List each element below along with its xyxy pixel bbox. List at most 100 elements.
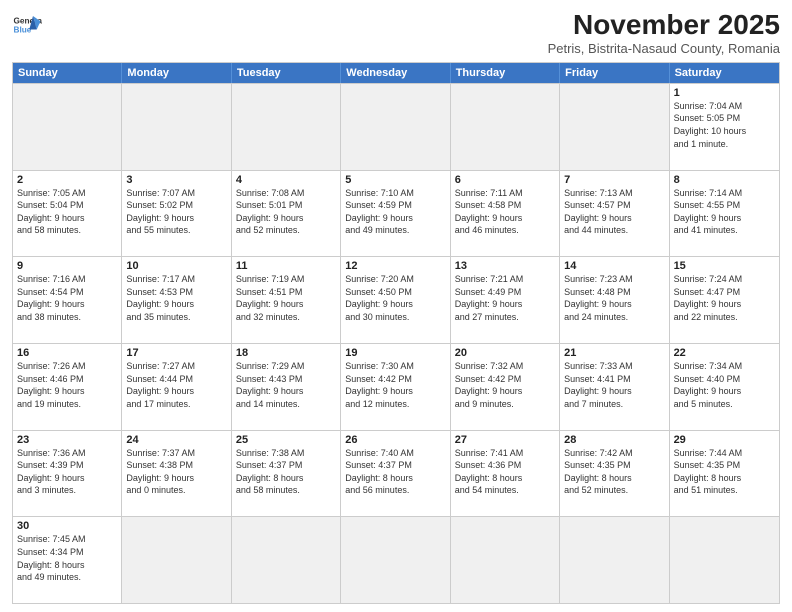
calendar-row-4: 23Sunrise: 7:36 AM Sunset: 4:39 PM Dayli…: [13, 430, 779, 517]
day-number: 6: [455, 174, 555, 186]
day-info: Sunrise: 7:42 AM Sunset: 4:35 PM Dayligh…: [564, 447, 664, 497]
day-number: 16: [17, 347, 117, 359]
day-info: Sunrise: 7:10 AM Sunset: 4:59 PM Dayligh…: [345, 187, 445, 237]
calendar-cell: 10Sunrise: 7:17 AM Sunset: 4:53 PM Dayli…: [122, 257, 231, 343]
day-number: 13: [455, 260, 555, 272]
day-info: Sunrise: 7:34 AM Sunset: 4:40 PM Dayligh…: [674, 360, 775, 410]
calendar: Sunday Monday Tuesday Wednesday Thursday…: [12, 62, 780, 604]
calendar-cell: [560, 517, 669, 603]
title-section: November 2025 Petris, Bistrita-Nasaud Co…: [548, 10, 780, 56]
calendar-cell: [232, 517, 341, 603]
calendar-cell: 12Sunrise: 7:20 AM Sunset: 4:50 PM Dayli…: [341, 257, 450, 343]
calendar-cell: 1Sunrise: 7:04 AM Sunset: 5:05 PM Daylig…: [670, 84, 779, 170]
calendar-cell: 17Sunrise: 7:27 AM Sunset: 4:44 PM Dayli…: [122, 344, 231, 430]
header-monday: Monday: [122, 63, 231, 83]
day-number: 17: [126, 347, 226, 359]
day-number: 21: [564, 347, 664, 359]
calendar-cell: [451, 84, 560, 170]
svg-text:Blue: Blue: [14, 26, 32, 35]
page: General Blue November 2025 Petris, Bistr…: [0, 0, 792, 612]
day-info: Sunrise: 7:11 AM Sunset: 4:58 PM Dayligh…: [455, 187, 555, 237]
day-number: 12: [345, 260, 445, 272]
day-info: Sunrise: 7:20 AM Sunset: 4:50 PM Dayligh…: [345, 273, 445, 323]
month-title: November 2025: [548, 10, 780, 41]
calendar-cell: 22Sunrise: 7:34 AM Sunset: 4:40 PM Dayli…: [670, 344, 779, 430]
calendar-row-3: 16Sunrise: 7:26 AM Sunset: 4:46 PM Dayli…: [13, 343, 779, 430]
calendar-header: Sunday Monday Tuesday Wednesday Thursday…: [13, 63, 779, 83]
day-number: 15: [674, 260, 775, 272]
calendar-cell: 14Sunrise: 7:23 AM Sunset: 4:48 PM Dayli…: [560, 257, 669, 343]
day-info: Sunrise: 7:45 AM Sunset: 4:34 PM Dayligh…: [17, 533, 117, 583]
calendar-cell: [451, 517, 560, 603]
calendar-cell: 2Sunrise: 7:05 AM Sunset: 5:04 PM Daylig…: [13, 171, 122, 257]
calendar-cell: [560, 84, 669, 170]
day-number: 9: [17, 260, 117, 272]
day-info: Sunrise: 7:17 AM Sunset: 4:53 PM Dayligh…: [126, 273, 226, 323]
calendar-row-5: 30Sunrise: 7:45 AM Sunset: 4:34 PM Dayli…: [13, 516, 779, 603]
calendar-cell: 26Sunrise: 7:40 AM Sunset: 4:37 PM Dayli…: [341, 431, 450, 517]
day-number: 23: [17, 434, 117, 446]
calendar-cell: [232, 84, 341, 170]
calendar-cell: 4Sunrise: 7:08 AM Sunset: 5:01 PM Daylig…: [232, 171, 341, 257]
day-info: Sunrise: 7:29 AM Sunset: 4:43 PM Dayligh…: [236, 360, 336, 410]
day-number: 1: [674, 87, 775, 99]
calendar-cell: 11Sunrise: 7:19 AM Sunset: 4:51 PM Dayli…: [232, 257, 341, 343]
day-info: Sunrise: 7:44 AM Sunset: 4:35 PM Dayligh…: [674, 447, 775, 497]
day-number: 27: [455, 434, 555, 446]
logo-icon: General Blue: [12, 10, 42, 40]
calendar-cell: [122, 517, 231, 603]
day-number: 25: [236, 434, 336, 446]
day-info: Sunrise: 7:21 AM Sunset: 4:49 PM Dayligh…: [455, 273, 555, 323]
calendar-cell: 28Sunrise: 7:42 AM Sunset: 4:35 PM Dayli…: [560, 431, 669, 517]
calendar-cell: 19Sunrise: 7:30 AM Sunset: 4:42 PM Dayli…: [341, 344, 450, 430]
day-number: 8: [674, 174, 775, 186]
calendar-cell: 21Sunrise: 7:33 AM Sunset: 4:41 PM Dayli…: [560, 344, 669, 430]
calendar-cell: 25Sunrise: 7:38 AM Sunset: 4:37 PM Dayli…: [232, 431, 341, 517]
calendar-cell: 6Sunrise: 7:11 AM Sunset: 4:58 PM Daylig…: [451, 171, 560, 257]
day-info: Sunrise: 7:30 AM Sunset: 4:42 PM Dayligh…: [345, 360, 445, 410]
calendar-cell: 13Sunrise: 7:21 AM Sunset: 4:49 PM Dayli…: [451, 257, 560, 343]
calendar-cell: 30Sunrise: 7:45 AM Sunset: 4:34 PM Dayli…: [13, 517, 122, 603]
calendar-cell: 9Sunrise: 7:16 AM Sunset: 4:54 PM Daylig…: [13, 257, 122, 343]
day-number: 5: [345, 174, 445, 186]
day-info: Sunrise: 7:14 AM Sunset: 4:55 PM Dayligh…: [674, 187, 775, 237]
header-friday: Friday: [560, 63, 669, 83]
day-info: Sunrise: 7:41 AM Sunset: 4:36 PM Dayligh…: [455, 447, 555, 497]
calendar-cell: 24Sunrise: 7:37 AM Sunset: 4:38 PM Dayli…: [122, 431, 231, 517]
calendar-cell: 20Sunrise: 7:32 AM Sunset: 4:42 PM Dayli…: [451, 344, 560, 430]
day-number: 4: [236, 174, 336, 186]
calendar-cell: 27Sunrise: 7:41 AM Sunset: 4:36 PM Dayli…: [451, 431, 560, 517]
day-info: Sunrise: 7:27 AM Sunset: 4:44 PM Dayligh…: [126, 360, 226, 410]
calendar-cell: 8Sunrise: 7:14 AM Sunset: 4:55 PM Daylig…: [670, 171, 779, 257]
day-info: Sunrise: 7:05 AM Sunset: 5:04 PM Dayligh…: [17, 187, 117, 237]
calendar-cell: 5Sunrise: 7:10 AM Sunset: 4:59 PM Daylig…: [341, 171, 450, 257]
day-info: Sunrise: 7:33 AM Sunset: 4:41 PM Dayligh…: [564, 360, 664, 410]
calendar-cell: [13, 84, 122, 170]
header-wednesday: Wednesday: [341, 63, 450, 83]
day-info: Sunrise: 7:23 AM Sunset: 4:48 PM Dayligh…: [564, 273, 664, 323]
day-number: 2: [17, 174, 117, 186]
day-info: Sunrise: 7:16 AM Sunset: 4:54 PM Dayligh…: [17, 273, 117, 323]
calendar-cell: [122, 84, 231, 170]
day-info: Sunrise: 7:38 AM Sunset: 4:37 PM Dayligh…: [236, 447, 336, 497]
calendar-cell: [341, 84, 450, 170]
day-number: 26: [345, 434, 445, 446]
calendar-cell: 18Sunrise: 7:29 AM Sunset: 4:43 PM Dayli…: [232, 344, 341, 430]
calendar-cell: 29Sunrise: 7:44 AM Sunset: 4:35 PM Dayli…: [670, 431, 779, 517]
header-sunday: Sunday: [13, 63, 122, 83]
header-tuesday: Tuesday: [232, 63, 341, 83]
day-info: Sunrise: 7:36 AM Sunset: 4:39 PM Dayligh…: [17, 447, 117, 497]
day-number: 28: [564, 434, 664, 446]
day-info: Sunrise: 7:13 AM Sunset: 4:57 PM Dayligh…: [564, 187, 664, 237]
day-info: Sunrise: 7:08 AM Sunset: 5:01 PM Dayligh…: [236, 187, 336, 237]
day-number: 22: [674, 347, 775, 359]
logo: General Blue: [12, 10, 42, 40]
calendar-row-0: 1Sunrise: 7:04 AM Sunset: 5:05 PM Daylig…: [13, 83, 779, 170]
day-info: Sunrise: 7:19 AM Sunset: 4:51 PM Dayligh…: [236, 273, 336, 323]
subtitle: Petris, Bistrita-Nasaud County, Romania: [548, 41, 780, 56]
day-number: 7: [564, 174, 664, 186]
header-thursday: Thursday: [451, 63, 560, 83]
day-number: 24: [126, 434, 226, 446]
calendar-row-1: 2Sunrise: 7:05 AM Sunset: 5:04 PM Daylig…: [13, 170, 779, 257]
day-number: 29: [674, 434, 775, 446]
